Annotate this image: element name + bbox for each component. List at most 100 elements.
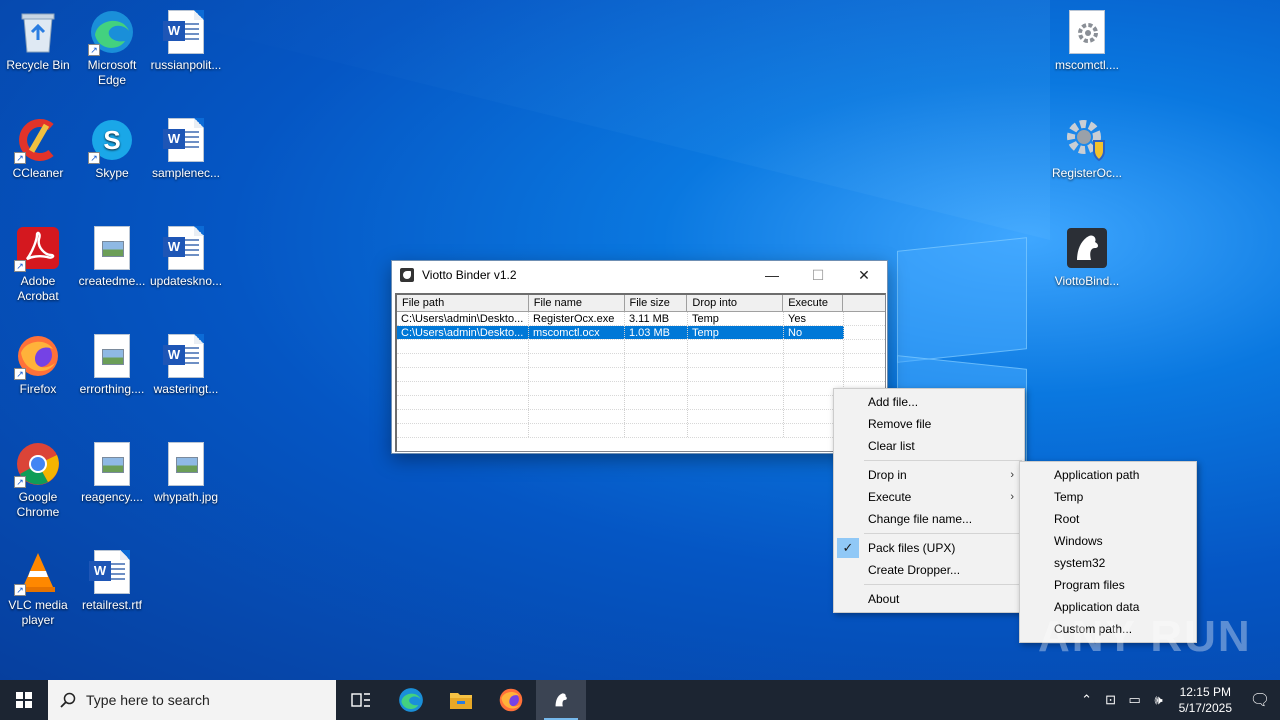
chevron-right-icon: › [1010,491,1014,503]
column-header-drop-into[interactable]: Drop into [687,295,784,311]
network-device-icon[interactable]: ⊡ [1099,692,1123,708]
windows-logo-icon [16,692,32,708]
file-list[interactable]: File path File name File size Drop into … [395,293,886,452]
submenu-item-program-files[interactable]: Program files [1020,574,1196,596]
image-file-icon [88,440,136,488]
taskbar-edge[interactable] [386,680,436,720]
taskbar-viotto-binder[interactable] [536,680,586,720]
cell-file-size: 3.11 MB [625,312,688,325]
cell-file-size: 1.03 MB [625,326,688,339]
edge-icon [399,688,423,712]
table-row[interactable]: C:\Users\admin\Deskto... RegisterOcx.exe… [397,312,885,326]
word-document-icon: W [162,224,210,272]
anyrun-watermark: ANY RUN [1038,612,1252,661]
task-view-button[interactable] [336,680,386,720]
maximize-button[interactable]: ☐ [795,261,841,289]
submenu-item-application-path[interactable]: Application path [1020,464,1196,486]
taskbar-file-explorer[interactable] [436,680,486,720]
desktop-icon-samplenec[interactable]: W samplenec... [148,116,224,181]
submenu-item-windows[interactable]: Windows [1020,530,1196,552]
volume-icon[interactable]: 🕪 [1147,692,1171,708]
desktop-icon-registeroc[interactable]: RegisterOc... [1049,116,1125,181]
image-file-icon [162,440,210,488]
firefox-icon [499,688,523,712]
system-tray: ⌃ ⊡ ▭ 🕪 12:15 PM 5/17/2025 🗨 [1075,680,1280,720]
desktop-icon-updateskno[interactable]: W updateskno... [148,224,224,289]
word-document-icon: W [162,332,210,380]
window-title: Viotto Binder v1.2 [422,268,517,282]
submenu-item-root[interactable]: Root [1020,508,1196,530]
desktop-icon-vlc[interactable]: ↗ VLC media player [0,548,76,628]
gear-shield-icon [1063,116,1111,164]
shortcut-arrow-icon: ↗ [14,152,26,164]
table-row-empty [397,410,885,424]
start-button[interactable] [0,680,48,720]
desktop-icon-adobe-acrobat[interactable]: ↗ Adobe Acrobat [0,224,76,304]
search-icon [60,692,76,708]
taskbar-search-box[interactable]: Type here to search [48,680,336,720]
chrome-icon: ↗ [14,440,62,488]
menu-item-create-dropper[interactable]: Create Dropper... [834,559,1024,581]
table-row-selected[interactable]: C:\Users\admin\Deskto... mscomctl.ocx 1.… [397,326,885,340]
desktop-icon-russianpolit[interactable]: W russianpolit... [148,8,224,73]
table-row-empty [397,368,885,382]
desktop-icon-label: retailrest.rtf [81,598,142,612]
desktop-icon-label: ViottoBind... [1054,274,1120,288]
menu-item-about[interactable]: About [834,588,1024,610]
desktop-icon-ccleaner[interactable]: ↗ CCleaner [0,116,76,181]
window-titlebar[interactable]: Viotto Binder v1.2 — ☐ ✕ [392,261,887,289]
network-icon[interactable]: ▭ [1123,692,1147,708]
desktop-icon-label: RegisterOc... [1051,166,1123,180]
shortcut-arrow-icon: ↗ [88,152,100,164]
edge-icon: ↗ [88,8,136,56]
desktop-icon-errorthing[interactable]: errorthing.... [74,332,150,397]
desktop-icon-google-chrome[interactable]: ↗ Google Chrome [0,440,76,520]
desktop-icon-edge[interactable]: ↗ Microsoft Edge [74,8,150,88]
desktop-icon-firefox[interactable]: ↗ Firefox [0,332,76,397]
desktop-icon-recycle-bin[interactable]: Recycle Bin [0,8,76,73]
desktop-icon-label: mscomctl.... [1054,58,1119,72]
clock[interactable]: 12:15 PM 5/17/2025 [1171,684,1240,716]
desktop-icon-label: whypath.jpg [153,490,219,504]
close-button[interactable]: ✕ [841,261,887,289]
desktop-icon-retailrest[interactable]: W retailrest.rtf [74,548,150,613]
desktop-icon-label: russianpolit... [150,58,222,72]
desktop-icon-mscomctl[interactable]: mscomctl.... [1049,8,1125,73]
menu-item-add-file[interactable]: Add file... [834,391,1024,413]
vlc-icon: ↗ [14,548,62,596]
menu-item-change-file-name[interactable]: Change file name... [834,508,1024,530]
table-row-empty [397,396,885,410]
cell-execute: No [784,326,844,339]
cell-file-name: mscomctl.ocx [529,326,625,339]
menu-item-remove-file[interactable]: Remove file [834,413,1024,435]
background-logo-pane [897,237,1027,363]
notification-icon[interactable]: 🗨 [1240,690,1280,710]
column-header-execute[interactable]: Execute [783,295,844,311]
horse-app-icon [555,693,567,707]
menu-item-label: Drop in [868,468,907,482]
firefox-icon: ↗ [14,332,62,380]
column-header-file-path[interactable]: File path [397,295,529,311]
column-header-file-size[interactable]: File size [625,295,688,311]
desktop-icon-skype[interactable]: S ↗ Skype [74,116,150,181]
menu-item-execute[interactable]: Execute › [834,486,1024,508]
menu-item-drop-in[interactable]: Drop in › [834,464,1024,486]
desktop-icon-label: errorthing.... [79,382,145,396]
submenu-item-temp[interactable]: Temp [1020,486,1196,508]
desktop-icon-wasteringt[interactable]: W wasteringt... [148,332,224,397]
desktop-icon-label: samplenec... [151,166,221,180]
desktop-icon-label: updateskno... [149,274,223,288]
desktop-icon-viottobind[interactable]: ViottoBind... [1049,224,1125,289]
chevron-right-icon: › [1010,469,1014,481]
submenu-item-system32[interactable]: system32 [1020,552,1196,574]
desktop-icon-reagency[interactable]: reagency.... [74,440,150,505]
image-file-icon [88,332,136,380]
chevron-up-icon[interactable]: ⌃ [1075,692,1099,708]
desktop-icon-whypath[interactable]: whypath.jpg [148,440,224,505]
menu-item-pack-files[interactable]: ✓ Pack files (UPX) [834,537,1024,559]
column-header-file-name[interactable]: File name [529,295,625,311]
taskbar-firefox[interactable] [486,680,536,720]
desktop-icon-createdme[interactable]: createdme... [74,224,150,289]
menu-item-clear-list[interactable]: Clear list [834,435,1024,457]
minimize-button[interactable]: — [749,261,795,289]
